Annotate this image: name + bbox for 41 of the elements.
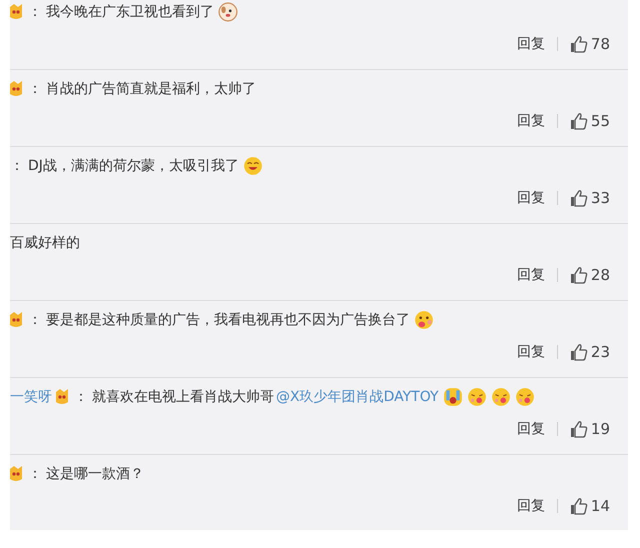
thumbs-up-icon[interactable] xyxy=(570,35,588,53)
thumbs-up-icon[interactable] xyxy=(570,420,588,438)
emoji-icon xyxy=(490,387,511,407)
like-count: 55 xyxy=(590,112,610,130)
comment-text: 百威好样的 xyxy=(10,234,80,252)
reply-link[interactable]: 回复 xyxy=(516,189,545,207)
separator-colon: ： xyxy=(28,465,42,483)
separator-colon: ： xyxy=(28,80,42,98)
emoji-icon xyxy=(414,310,434,330)
emoji-icon xyxy=(514,387,535,407)
like-count: 78 xyxy=(590,35,610,53)
reply-link[interactable]: 回复 xyxy=(516,112,545,130)
emoji-icon xyxy=(442,387,463,407)
thumbs-up-icon[interactable] xyxy=(570,112,588,130)
comment-text: 就喜欢在电视上看肖战大帅哥 xyxy=(92,388,274,406)
separator-colon: ： xyxy=(28,311,42,329)
like-count: 14 xyxy=(590,497,610,515)
comment-text: 肖战的广告简直就是福利，太帅了 xyxy=(46,80,256,98)
like-count: 23 xyxy=(590,343,610,361)
like-count: 19 xyxy=(590,420,610,438)
thumbs-up-icon[interactable] xyxy=(570,266,588,284)
emoji-icon xyxy=(218,2,238,22)
reply-link[interactable]: 回复 xyxy=(516,497,545,515)
reply-link[interactable]: 回复 xyxy=(516,35,545,53)
reply-link[interactable]: 回复 xyxy=(516,266,545,284)
reply-link[interactable]: 回复 xyxy=(516,420,545,438)
separator-colon: ： xyxy=(10,157,24,175)
thumbs-up-icon[interactable] xyxy=(570,343,588,361)
like-count: 33 xyxy=(590,189,610,207)
comment-text: 要是都是这种质量的广告，我看电视再也不因为广告换台了 xyxy=(46,311,410,329)
comment-text: 这是哪一款酒？ xyxy=(46,465,144,483)
like-count: 28 xyxy=(590,266,610,284)
separator-colon: ： xyxy=(28,3,42,21)
reply-link[interactable]: 回复 xyxy=(516,343,545,361)
comment-text: 我今晚在广东卫视也看到了 xyxy=(46,3,214,21)
emoji-icon xyxy=(242,156,263,176)
emoji-icon xyxy=(466,387,487,407)
comment-text: DJ战，满满的荷尔蒙，太吸引我了 xyxy=(28,157,239,175)
thumbs-up-icon[interactable] xyxy=(570,189,588,207)
separator-colon: ： xyxy=(74,388,88,406)
thumbs-up-icon[interactable] xyxy=(570,497,588,515)
